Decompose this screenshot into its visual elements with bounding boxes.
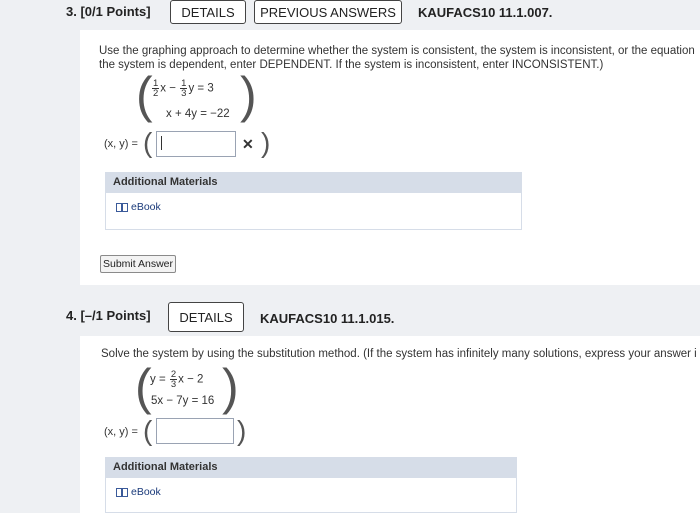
q4-equation-1: y = 23x − 2 — [150, 369, 204, 390]
q3-right-paren: ) — [240, 67, 257, 123]
q4-additional-materials-body — [105, 477, 517, 513]
q4-equation-2: 5x − 7y = 16 — [151, 395, 215, 407]
q3-answer-input[interactable] — [156, 131, 236, 157]
q3-details-button[interactable]: DETAILS — [170, 0, 246, 24]
q3-prompt-line-2: the system is dependent, enter DEPENDENT… — [99, 59, 604, 71]
book-icon — [116, 487, 128, 497]
q4-answer-left-paren: ( — [143, 415, 153, 446]
question-4-header: 4. [–/1 Points] — [66, 308, 151, 323]
q3-ebook-link[interactable]: eBook — [116, 201, 161, 213]
incorrect-x-icon: ✕ — [242, 136, 254, 152]
q3-answer-right-paren: ) — [261, 127, 271, 158]
q3-problem-code: KAUFACS10 11.1.007. — [418, 5, 553, 20]
q4-details-button[interactable]: DETAILS — [168, 302, 244, 332]
q4-answer-input[interactable] — [156, 418, 234, 444]
q3-additional-materials-header: Additional Materials — [105, 172, 522, 192]
q3-previous-answers-button[interactable]: PREVIOUS ANSWERS — [254, 0, 402, 24]
q4-prompt-line-1: Solve the system by using the substituti… — [101, 348, 697, 360]
q4-problem-code: KAUFACS10 11.1.015. — [260, 311, 395, 326]
question-3-header: 3. [0/1 Points] — [66, 4, 151, 19]
q3-equation-2: x + 4y = −22 — [166, 108, 230, 120]
q3-answer-label: (x, y) = — [104, 138, 138, 150]
q4-right-paren: ) — [222, 359, 239, 415]
q4-ebook-link[interactable]: eBook — [116, 486, 161, 498]
q3-prompt-line-1: Use the graphing approach to determine w… — [99, 45, 695, 57]
q3-equation-1: 12x − 13y = 3 — [152, 78, 214, 99]
q4-additional-materials-header: Additional Materials — [105, 457, 517, 477]
submit-answer-button[interactable]: Submit Answer — [100, 255, 176, 273]
q4-answer-right-paren: ) — [237, 415, 247, 446]
q3-additional-materials-body — [105, 192, 522, 230]
q3-answer-left-paren: ( — [143, 127, 153, 158]
book-icon — [116, 202, 128, 212]
q3-input-caret — [161, 136, 162, 150]
q4-answer-label: (x, y) = — [104, 426, 138, 438]
